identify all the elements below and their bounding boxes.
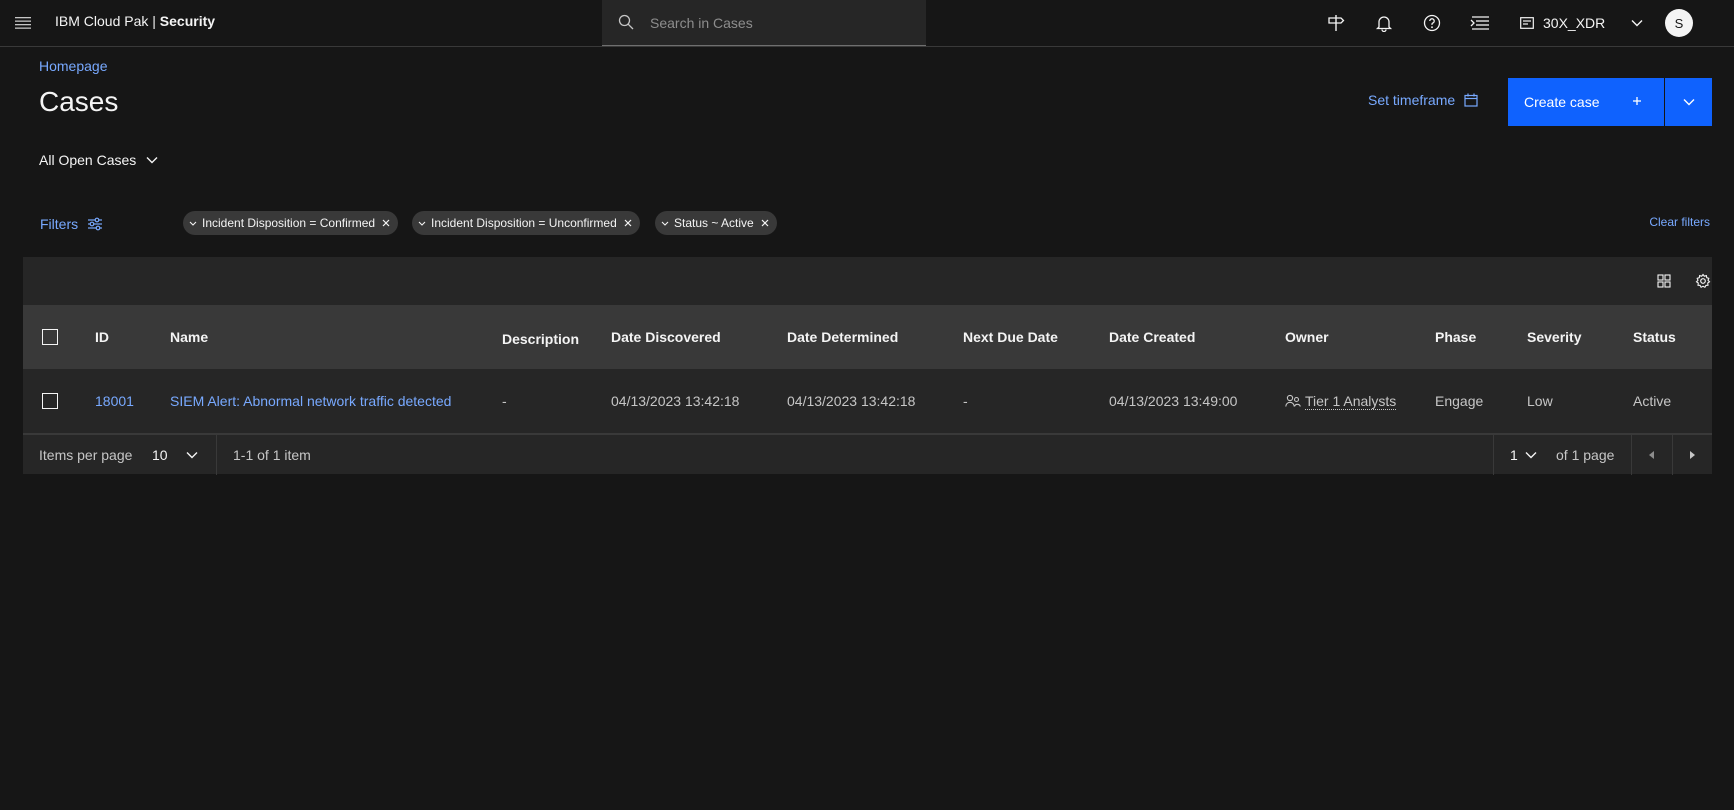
case-view-label: All Open Cases (39, 152, 137, 168)
filter-tag-label: Incident Disposition = Confirmed (202, 216, 376, 230)
tenant-switcher[interactable]: 30X_XDR (1520, 12, 1643, 34)
chevron-down-icon[interactable] (661, 221, 669, 226)
filter-tag: Incident Disposition = Unconfirmed (412, 211, 640, 235)
case-owner-link[interactable]: Tier 1 Analysts (1305, 393, 1397, 410)
select-all-checkbox[interactable] (42, 329, 58, 345)
set-timeframe-button[interactable]: Set timeframe (1368, 92, 1478, 108)
filters-button[interactable]: Filters (40, 216, 103, 232)
set-timeframe-label: Set timeframe (1368, 92, 1456, 108)
table-toolbar (23, 257, 1712, 305)
case-phase: Engage (1435, 393, 1484, 409)
grid-view-icon[interactable] (1653, 270, 1675, 292)
case-view-dropdown[interactable]: All Open Cases (39, 152, 158, 168)
chevron-down-icon[interactable] (189, 221, 197, 226)
top-header: IBM Cloud Pak | Security 30X_XDR S (0, 0, 1734, 47)
page-title: Cases (39, 86, 119, 117)
filter-tag-label: Status ~ Active (674, 216, 754, 230)
chevron-down-icon (1525, 451, 1537, 459)
search-icon (618, 14, 634, 30)
help-icon[interactable] (1421, 12, 1443, 34)
chevron-down-icon (146, 156, 158, 164)
column-header-status[interactable]: Status (1633, 305, 1676, 369)
plus-icon (1630, 94, 1644, 108)
column-header-id[interactable]: ID (95, 305, 109, 369)
case-owner: Tier 1 Analysts (1285, 369, 1397, 433)
column-header-severity[interactable]: Severity (1527, 305, 1581, 369)
search-input[interactable] (650, 0, 920, 45)
search-bar[interactable] (602, 0, 926, 46)
pager-divider (1493, 435, 1494, 475)
page-number-select[interactable]: 1 (1510, 435, 1537, 475)
case-next-due-date: - (963, 393, 968, 409)
calendar-icon (1464, 93, 1478, 107)
case-id-link[interactable]: 18001 (95, 369, 134, 433)
chevron-down-icon (1631, 19, 1643, 27)
case-date-discovered: 04/13/2023 13:42:18 (611, 393, 740, 409)
column-header-name[interactable]: Name (170, 305, 208, 369)
close-icon[interactable] (382, 219, 390, 227)
filter-settings-icon (87, 217, 103, 231)
items-per-page-value: 10 (152, 447, 168, 463)
pager-divider (216, 435, 217, 475)
table-row[interactable]: 18001 SIEM Alert: Abnormal network traff… (23, 369, 1712, 434)
create-case-label: Create case (1524, 94, 1600, 110)
menu-icon[interactable] (13, 13, 33, 33)
items-per-page-select[interactable]: 10 (152, 435, 198, 475)
row-select-cell (42, 369, 58, 433)
case-status: Active (1633, 393, 1672, 409)
case-date-determined: 04/13/2023 13:42:18 (787, 393, 916, 409)
user-group-icon (1285, 394, 1301, 408)
user-avatar[interactable]: S (1665, 9, 1693, 37)
filter-tag: Status ~ Active (655, 211, 777, 235)
filter-tag: Incident Disposition = Confirmed (183, 211, 399, 235)
breadcrumb-homepage[interactable]: Homepage (39, 58, 108, 74)
item-range-text: 1-1 of 1 item (233, 447, 311, 463)
page-count-text: of 1 page (1556, 447, 1615, 463)
page-number-value: 1 (1510, 447, 1518, 463)
close-icon[interactable] (624, 219, 632, 227)
filter-tag-label: Incident Disposition = Unconfirmed (431, 216, 617, 230)
case-date-created: 04/13/2023 13:49:00 (1109, 393, 1238, 409)
case-severity: Low (1527, 393, 1553, 409)
column-header-next-due-date[interactable]: Next Due Date (963, 305, 1058, 369)
filters-label: Filters (40, 216, 79, 232)
settings-gear-icon[interactable] (1692, 270, 1714, 292)
signpost-icon[interactable] (1325, 12, 1347, 34)
tenant-label: 30X_XDR (1543, 15, 1606, 31)
pagination-bar: Items per page 10 1-1 of 1 item 1 of 1 p… (23, 434, 1712, 475)
case-description: - (502, 393, 507, 409)
column-header-description[interactable]: Description (502, 307, 579, 371)
tenant-icon (1520, 17, 1534, 29)
create-case-menu-button[interactable] (1665, 78, 1712, 126)
column-header-owner[interactable]: Owner (1285, 305, 1329, 369)
notification-bell-icon[interactable] (1373, 12, 1395, 34)
table-header-row: ID Name Description Date Discovered Date… (23, 305, 1712, 369)
case-name-link[interactable]: SIEM Alert: Abnormal network traffic det… (170, 369, 451, 433)
next-page-button[interactable] (1672, 435, 1712, 475)
column-header-date-created[interactable]: Date Created (1109, 305, 1195, 369)
brand-prefix: IBM Cloud Pak | (55, 13, 160, 29)
caret-right-icon (1689, 451, 1695, 459)
items-per-page-label: Items per page (39, 447, 133, 463)
clear-filters-button[interactable]: Clear filters (1649, 215, 1710, 229)
previous-page-button[interactable] (1632, 435, 1672, 475)
close-icon[interactable] (761, 219, 769, 227)
notes-list-icon[interactable] (1469, 12, 1491, 34)
brand-product: Security (159, 13, 216, 29)
chevron-down-icon[interactable] (418, 221, 426, 226)
cases-table: ID Name Description Date Discovered Date… (23, 257, 1712, 475)
column-header-date-discovered[interactable]: Date Discovered (611, 305, 721, 369)
create-case-button[interactable]: Create case (1508, 78, 1664, 126)
row-checkbox[interactable] (42, 393, 58, 409)
select-all-cell (42, 305, 58, 369)
chevron-down-icon (1683, 98, 1695, 106)
column-header-phase[interactable]: Phase (1435, 305, 1476, 369)
column-header-date-determined[interactable]: Date Determined (787, 305, 898, 369)
caret-left-icon (1649, 451, 1655, 459)
product-name[interactable]: IBM Cloud Pak | Security (55, 13, 215, 29)
chevron-down-icon (186, 451, 198, 459)
